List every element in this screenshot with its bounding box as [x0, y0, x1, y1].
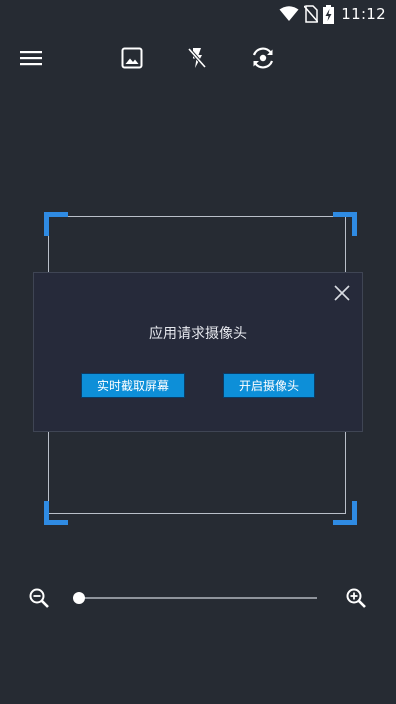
scan-corner-bottom-left	[44, 501, 68, 525]
camera-request-dialog: 应用请求摄像头 实时截取屏幕 开启摄像头	[33, 272, 363, 432]
zoom-in-button[interactable]	[345, 587, 367, 609]
wifi-icon	[279, 6, 299, 21]
zoom-out-icon	[29, 588, 49, 608]
open-camera-button[interactable]: 开启摄像头	[223, 373, 315, 398]
zoom-slider-thumb[interactable]	[73, 592, 85, 604]
zoom-out-button[interactable]	[28, 587, 50, 609]
scan-corner-top-right	[333, 212, 357, 236]
flash-toggle-button[interactable]	[183, 44, 211, 72]
scan-corner-bottom-right	[333, 501, 357, 525]
dialog-message: 应用请求摄像头	[149, 326, 247, 342]
status-icons: 11:12	[279, 4, 386, 24]
screen-capture-button[interactable]: 实时截取屏幕	[81, 373, 185, 398]
flash-off-icon	[187, 47, 207, 69]
switch-camera-button[interactable]	[249, 44, 277, 72]
close-icon	[334, 285, 350, 301]
status-bar: 11:12	[0, 0, 396, 28]
menu-icon	[20, 51, 42, 66]
menu-button[interactable]	[17, 44, 45, 72]
switch-camera-icon	[252, 47, 274, 69]
zoom-slider-track[interactable]	[78, 597, 317, 599]
status-time: 11:12	[341, 5, 386, 23]
zoom-in-icon	[346, 588, 366, 608]
gallery-button[interactable]	[118, 44, 146, 72]
scan-corner-top-left	[44, 212, 68, 236]
battery-charging-icon	[323, 4, 335, 24]
dialog-close-button[interactable]	[332, 283, 352, 303]
image-icon	[121, 47, 143, 69]
no-sim-icon	[304, 5, 319, 23]
